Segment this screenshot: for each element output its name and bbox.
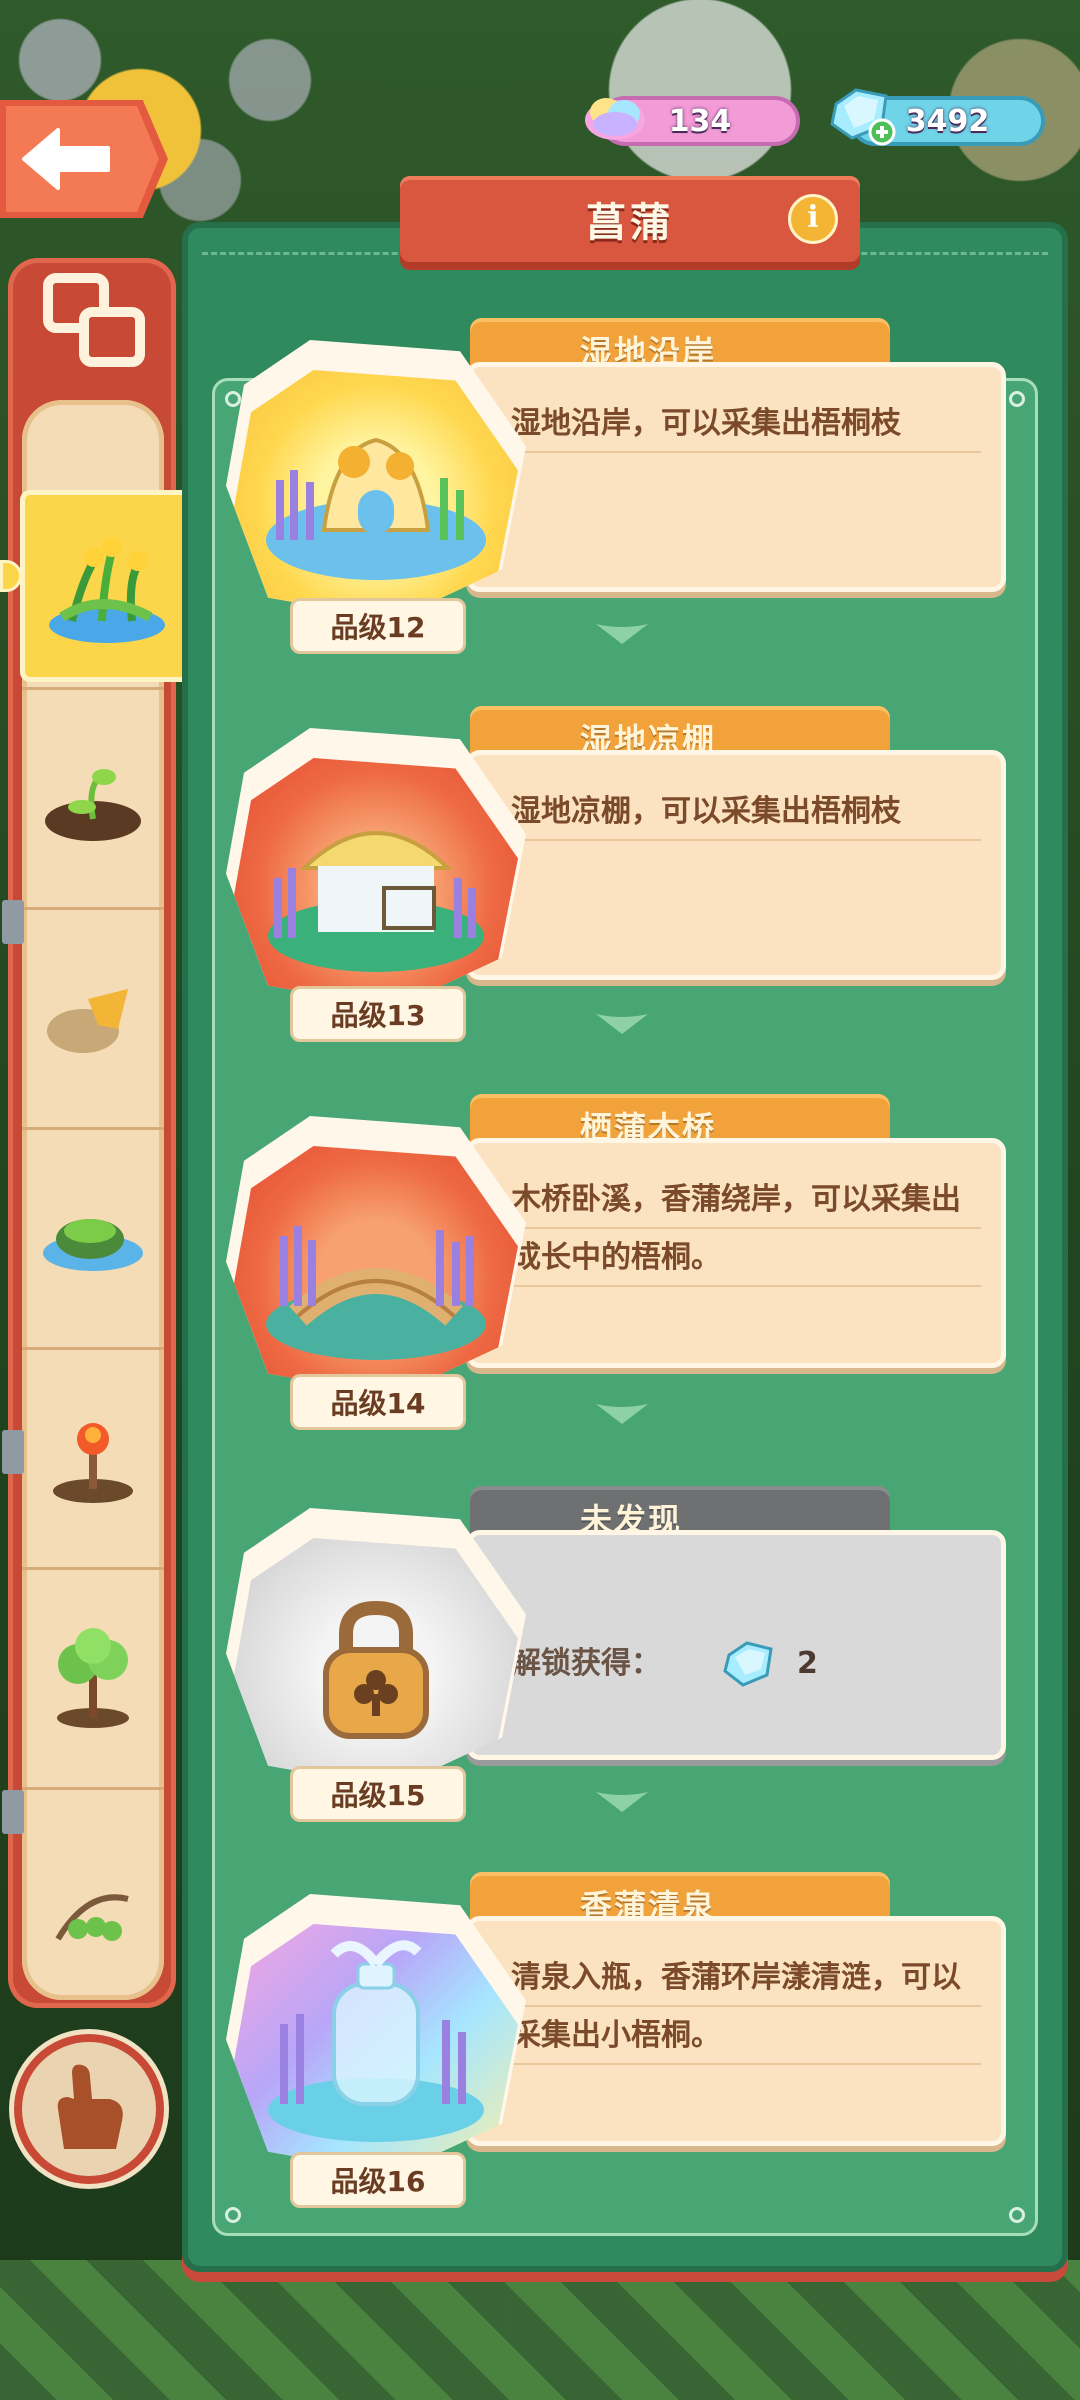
card-description-panel: 湿地沿岸，可以采集出梧桐枝: [466, 362, 1006, 592]
leaf-rock-icon: [47, 988, 128, 1053]
card-image-frame: [226, 1894, 526, 2174]
category-item[interactable]: [22, 910, 164, 1130]
category-item[interactable]: [22, 1130, 164, 1350]
grade-label: 品级15: [330, 1779, 426, 1812]
info-button[interactable]: i: [788, 194, 838, 244]
category-item[interactable]: [22, 1790, 164, 2000]
chevron-down-icon: [596, 1792, 648, 1812]
back-arrow-icon: [22, 128, 110, 190]
grade-badge: 品级12: [290, 598, 466, 654]
berry-branch-icon: [55, 1893, 129, 1941]
fire-sapling-icon: [53, 1422, 133, 1503]
card-image-frame: [226, 1116, 526, 1396]
card-description: 木桥卧溪，香蒲绕岸，可以采集出成长中的梧桐。: [511, 1171, 981, 1287]
category-item[interactable]: [22, 1570, 164, 1790]
title-ribbon: 菖蒲 i: [400, 176, 860, 262]
back-button[interactable]: [0, 100, 168, 218]
corner-dot: [225, 391, 241, 407]
rainbow-count: 134: [668, 103, 732, 139]
small-tree-icon: [57, 1627, 129, 1728]
gem-count: 3492: [905, 103, 990, 139]
gem-plus-icon[interactable]: [826, 86, 896, 146]
chevron-down-icon: [596, 624, 648, 644]
category-item[interactable]: [22, 690, 164, 910]
rainbow-cloud-icon: [585, 98, 645, 140]
grade-badge: 品级14: [290, 1374, 466, 1430]
grade-label: 品级14: [330, 1387, 426, 1420]
card-image-frame: [226, 728, 526, 1008]
grade-label: 品级12: [330, 611, 426, 644]
card-description: 湿地沿岸，可以采集出梧桐枝: [511, 395, 981, 453]
chevron-down-icon: [596, 1404, 648, 1424]
unlock-reward-row: 解锁获得： 2: [511, 1563, 981, 1693]
card-description: 湿地凉棚，可以采集出梧桐枝: [511, 783, 981, 841]
hand-button[interactable]: [14, 2034, 164, 2184]
grade-label: 品级16: [330, 2165, 426, 2198]
info-icon: i: [807, 200, 819, 235]
calamus-plant-icon: [49, 537, 165, 643]
chevron-down-icon: [596, 1014, 648, 1034]
grade-badge: 品级15: [290, 1766, 466, 1822]
collection-icon[interactable]: [42, 272, 146, 372]
card-image-frame: [226, 1508, 526, 1788]
sprout-soil-icon: [45, 768, 141, 841]
sidebar-clip: [2, 1790, 24, 1834]
sidebar-clip: [2, 900, 24, 944]
corner-dot: [1009, 391, 1025, 407]
category-item-active[interactable]: [20, 490, 194, 682]
gem-icon: [723, 1641, 773, 1687]
card-description-panel: 清泉入瓶，香蒲环岸漾清涟，可以采集出小梧桐。: [466, 1916, 1006, 2146]
hand-icon: [57, 2064, 123, 2149]
corner-dot: [1009, 2207, 1025, 2223]
moss-pond-icon: [43, 1218, 143, 1271]
card-description-panel: 解锁获得： 2: [466, 1530, 1006, 1760]
grade-label: 品级13: [330, 999, 426, 1032]
background-ground: [0, 2260, 1080, 2400]
card-image-frame: [226, 340, 526, 620]
grade-badge: 品级16: [290, 2152, 466, 2208]
corner-dot: [225, 2207, 241, 2223]
card-description: 清泉入瓶，香蒲环岸漾清涟，可以采集出小梧桐。: [511, 1949, 981, 2065]
sidebar-clip: [2, 1430, 24, 1474]
grade-badge: 品级13: [290, 986, 466, 1042]
card-description-panel: 木桥卧溪，香蒲绕岸，可以采集出成长中的梧桐。: [466, 1138, 1006, 1368]
unlock-label: 解锁获得：: [511, 1646, 661, 1681]
unlock-reward-amount: 2: [797, 1646, 818, 1681]
category-item[interactable]: [22, 1350, 164, 1570]
card-description-panel: 湿地凉棚，可以采集出梧桐枝: [466, 750, 1006, 980]
page-title: 菖蒲: [586, 200, 674, 246]
